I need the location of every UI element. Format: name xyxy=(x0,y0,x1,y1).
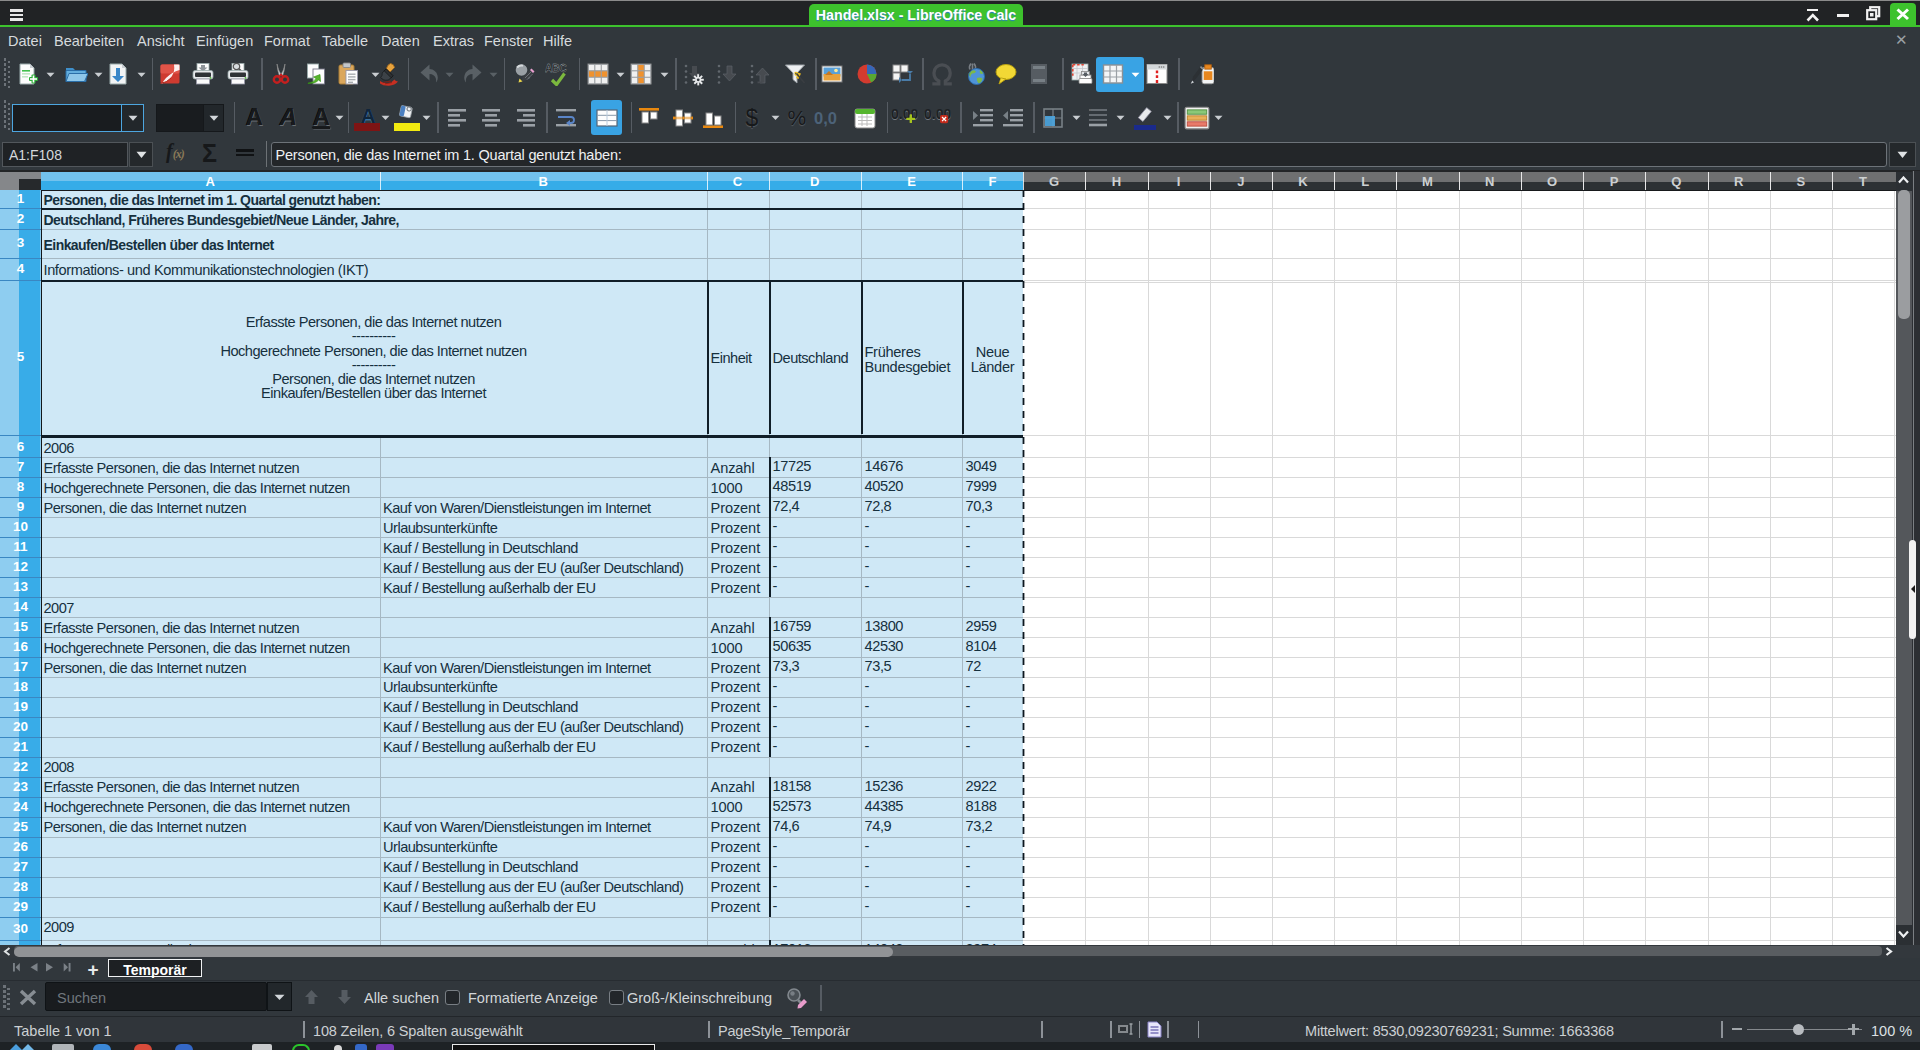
svg-text:ABC: ABC xyxy=(545,63,567,74)
